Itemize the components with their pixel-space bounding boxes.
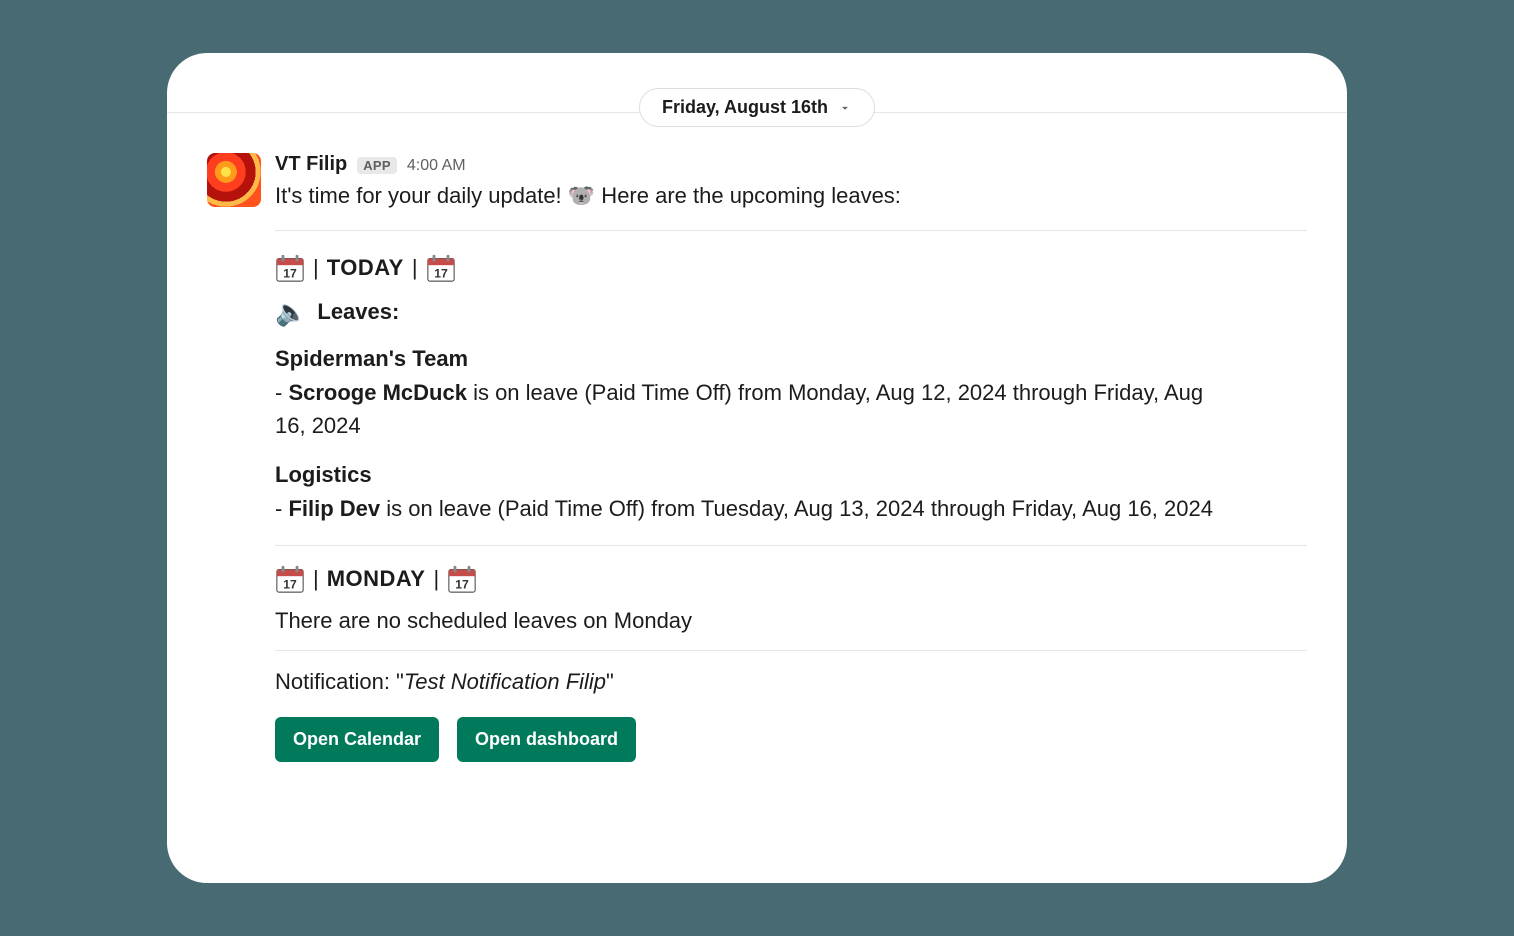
notification-line: Notification: "Test Notification Filip" [275,669,1307,695]
leaves-label: Leaves: [317,299,399,325]
open-calendar-button[interactable]: Open Calendar [275,717,439,762]
today-heading: 17 | TODAY | 17 [275,253,1307,283]
leave-prefix: - [275,496,288,521]
chevron-down-icon [838,101,852,115]
app-badge: APP [357,157,397,174]
leave-entry: - Scrooge McDuck is on leave (Paid Time … [275,376,1235,442]
koala-icon: 🐨 [568,183,595,208]
monday-label: MONDAY [327,566,426,592]
notification-name: Test Notification Filip [404,669,606,694]
notification-suffix: " [606,669,614,694]
sender-name[interactable]: VT Filip [275,153,347,176]
message-header: VT Filip APP 4:00 AM [275,153,1307,176]
leave-prefix: - [275,380,288,405]
svg-text:17: 17 [434,266,448,280]
intro-prefix: It's time for your daily update! [275,183,568,208]
svg-text:17: 17 [455,577,469,591]
divider [275,650,1307,651]
avatar[interactable] [207,153,261,207]
divider [275,230,1307,231]
svg-text:17: 17 [283,266,297,280]
team-name: Logistics [275,462,1307,488]
date-divider-pill[interactable]: Friday, August 16th [639,88,875,127]
message-card: Friday, August 16th VT Filip APP 4:00 AM… [167,53,1347,883]
calendar-icon: 17 [447,564,477,594]
leave-rest: is on leave (Paid Time Off) from Tuesday… [380,496,1213,521]
svg-text:17: 17 [283,577,297,591]
team-name: Spiderman's Team [275,346,1307,372]
open-dashboard-button[interactable]: Open dashboard [457,717,636,762]
loudspeaker-icon: 🔈 [275,297,307,328]
leave-entry: - Filip Dev is on leave (Paid Time Off) … [275,492,1235,525]
intro-suffix: Here are the upcoming leaves: [595,183,901,208]
timestamp: 4:00 AM [407,157,466,175]
monday-heading: 17 | MONDAY | 17 [275,564,1307,594]
button-row: Open Calendar Open dashboard [275,717,1307,762]
monday-empty: There are no scheduled leaves on Monday [275,608,1307,634]
notification-prefix: Notification: " [275,669,404,694]
pipe: | [313,566,319,592]
calendar-icon: 17 [275,253,305,283]
date-divider-label: Friday, August 16th [662,97,828,118]
pipe: | [313,255,319,281]
divider [275,545,1307,546]
calendar-icon: 17 [426,253,456,283]
leave-person: Filip Dev [288,496,380,521]
intro-line: It's time for your daily update! 🐨 Here … [275,180,1307,212]
today-label: TODAY [327,255,404,281]
pipe: | [433,566,439,592]
message-content: VT Filip APP 4:00 AM It's time for your … [207,153,1307,863]
leave-person: Scrooge McDuck [288,380,467,405]
pipe: | [412,255,418,281]
leaves-subhead: 🔈 Leaves: [275,297,1307,328]
calendar-icon: 17 [275,564,305,594]
